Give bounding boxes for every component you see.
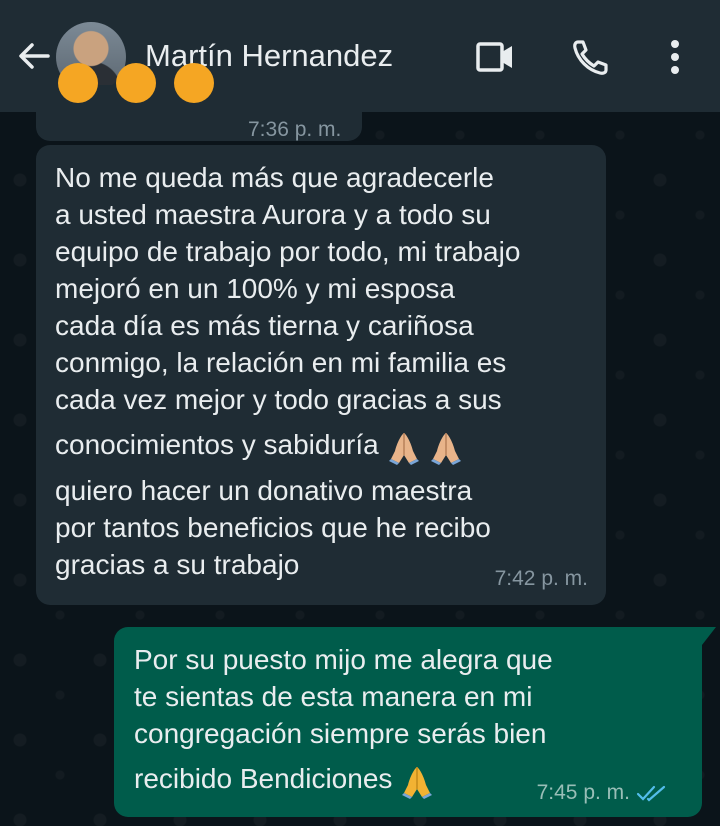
message-line: conmigo, la relación en mi familia es <box>55 347 507 378</box>
folded-hands-emoji <box>388 432 419 465</box>
message-line: conocimientos y sabiduría <box>55 429 379 460</box>
message-bubble-incoming[interactable]: No me queda más que agradecerle a usted … <box>36 145 606 605</box>
message-line: Por su puesto mijo me alegra que <box>134 644 553 675</box>
message-time: 7:42 p. m. <box>494 567 588 590</box>
message-line: congregación siempre serás bien <box>134 718 547 749</box>
more-options-button[interactable] <box>652 34 698 80</box>
smiley-emoji <box>58 63 98 103</box>
video-call-icon <box>476 42 512 72</box>
message-line: mejoró en un 100% y mi esposa <box>55 273 455 304</box>
back-button[interactable] <box>14 36 54 76</box>
message-bubble-partial[interactable]: 7:36 p. m. <box>36 63 362 141</box>
message-line: cada vez mejor y todo gracias a sus <box>55 384 502 415</box>
message-line: quiero hacer un donativo maestra <box>55 475 473 506</box>
message-line: recibido Bendiciones <box>134 763 393 794</box>
phone-icon <box>573 40 608 75</box>
more-vert-icon <box>671 40 679 74</box>
message-line: cada día es más tierna y cariñosa <box>55 310 474 341</box>
video-call-button[interactable] <box>472 34 518 80</box>
message-line: No me queda más que agradecerle <box>55 162 494 193</box>
smiley-emoji <box>116 63 156 103</box>
folded-hands-emoji <box>430 432 461 465</box>
message-line-with-emoji: conocimientos y sabiduría <box>55 418 600 472</box>
message-meta: 7:45 p. m. <box>537 774 668 811</box>
message-bubble-outgoing[interactable]: Por su puesto mijo me alegra que te sien… <box>114 627 716 817</box>
message-line: a usted maestra Aurora y a todo su <box>55 199 491 230</box>
voice-call-button[interactable] <box>568 34 614 80</box>
message-text: No me queda más que agradecerle a usted … <box>55 159 600 583</box>
bubble-tail <box>702 627 716 645</box>
message-line: por tantos beneficios que he recibo <box>55 512 491 543</box>
read-receipt-icon <box>636 786 666 802</box>
folded-hands-emoji <box>402 766 433 799</box>
message-line: equipo de trabajo por todo, mi trabajo <box>55 236 521 267</box>
back-arrow-icon <box>19 43 50 69</box>
message-line: te sientas de esta manera en mi <box>134 681 533 712</box>
message-time: 7:36 p. m. <box>248 118 342 141</box>
message-time: 7:45 p. m. <box>536 781 630 804</box>
smiley-emoji <box>174 63 214 103</box>
